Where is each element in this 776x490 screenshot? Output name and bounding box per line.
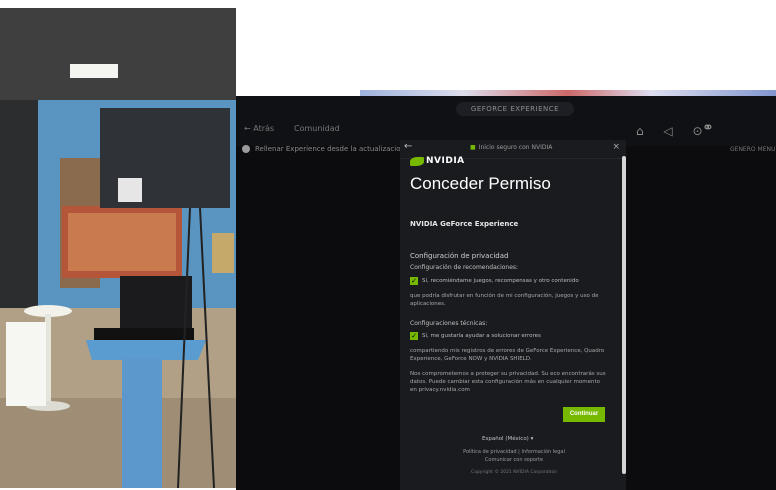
tab-back[interactable]: ← Atrás [244, 124, 274, 133]
support-link[interactable]: Comunicar con soporte [434, 457, 594, 463]
toolbar-icons[interactable]: ⌂ ◁ ⊙ [636, 124, 711, 138]
technical-heading: Configuraciones técnicas: [410, 320, 488, 327]
privacy-heading: Configuración de privacidad [410, 252, 509, 260]
lock-icon: ■ [470, 144, 476, 151]
app-title-pill: GEFORCE EXPERIENCE [456, 102, 574, 116]
right-panel-label: GENERO MENU [730, 146, 776, 153]
recommendations-checkbox[interactable]: ✓ [410, 277, 418, 285]
technical-body: compartiendo mis registros de errores de… [410, 348, 605, 362]
recommendations-body: que podría disfrutar en función de mi co… [410, 293, 599, 307]
secure-label-text: Inicio seguro con NVIDIA [478, 144, 553, 151]
app-name: NVIDIA GeForce Experience [410, 220, 519, 228]
legal-links[interactable]: Política de privacidad | Información leg… [434, 449, 594, 455]
technical-checkbox-label: Sí, me gustaría ayudar a solucionar erro… [422, 333, 541, 339]
headset-icon[interactable]: ⚭ [702, 120, 714, 136]
booth-photo [0, 8, 236, 488]
close-icon[interactable]: × [612, 142, 620, 152]
secure-label: ■ Inicio seguro con NVIDIA [470, 144, 552, 151]
monitor-screen: GEFORCE EXPERIENCE ← Atrás Comunidad ⌂ ◁… [236, 96, 776, 490]
back-arrow-icon[interactable]: ← [404, 141, 412, 152]
privacy-body: Nos comprometemos a proteger su privacid… [410, 371, 606, 393]
update-notice-text: Rellenar Experience desde la actualizaci… [255, 145, 405, 153]
language-select[interactable]: Español (México) ▾ [482, 436, 533, 442]
nvidia-logo: NVIDIA [410, 156, 465, 166]
recommendations-checkbox-label: Sí, recomiéndame juegos, recompensas y o… [422, 278, 579, 284]
update-notice: Rellenar Experience desde la actualizaci… [242, 145, 405, 153]
app-topbar: GEFORCE EXPERIENCE ← Atrás Comunidad ⌂ ◁… [236, 96, 776, 146]
nvidia-eye-icon [410, 156, 424, 166]
dialog-scrollbar[interactable] [622, 156, 626, 474]
info-icon [242, 145, 250, 153]
recommendations-heading: Configuración de recomendaciones: [410, 264, 519, 271]
tab-community[interactable]: Comunidad [294, 124, 340, 133]
copyright: Copyright © 2021 NVIDIA Corporation [471, 470, 557, 475]
dialog-title: Conceder Permiso [410, 174, 551, 193]
permission-dialog: ← ■ Inicio seguro con NVIDIA × NVIDIA Con… [400, 140, 626, 490]
nvidia-logo-text: NVIDIA [426, 156, 465, 166]
technical-checkbox[interactable]: ✓ [410, 332, 418, 340]
continue-button[interactable]: Continuar [563, 407, 605, 422]
